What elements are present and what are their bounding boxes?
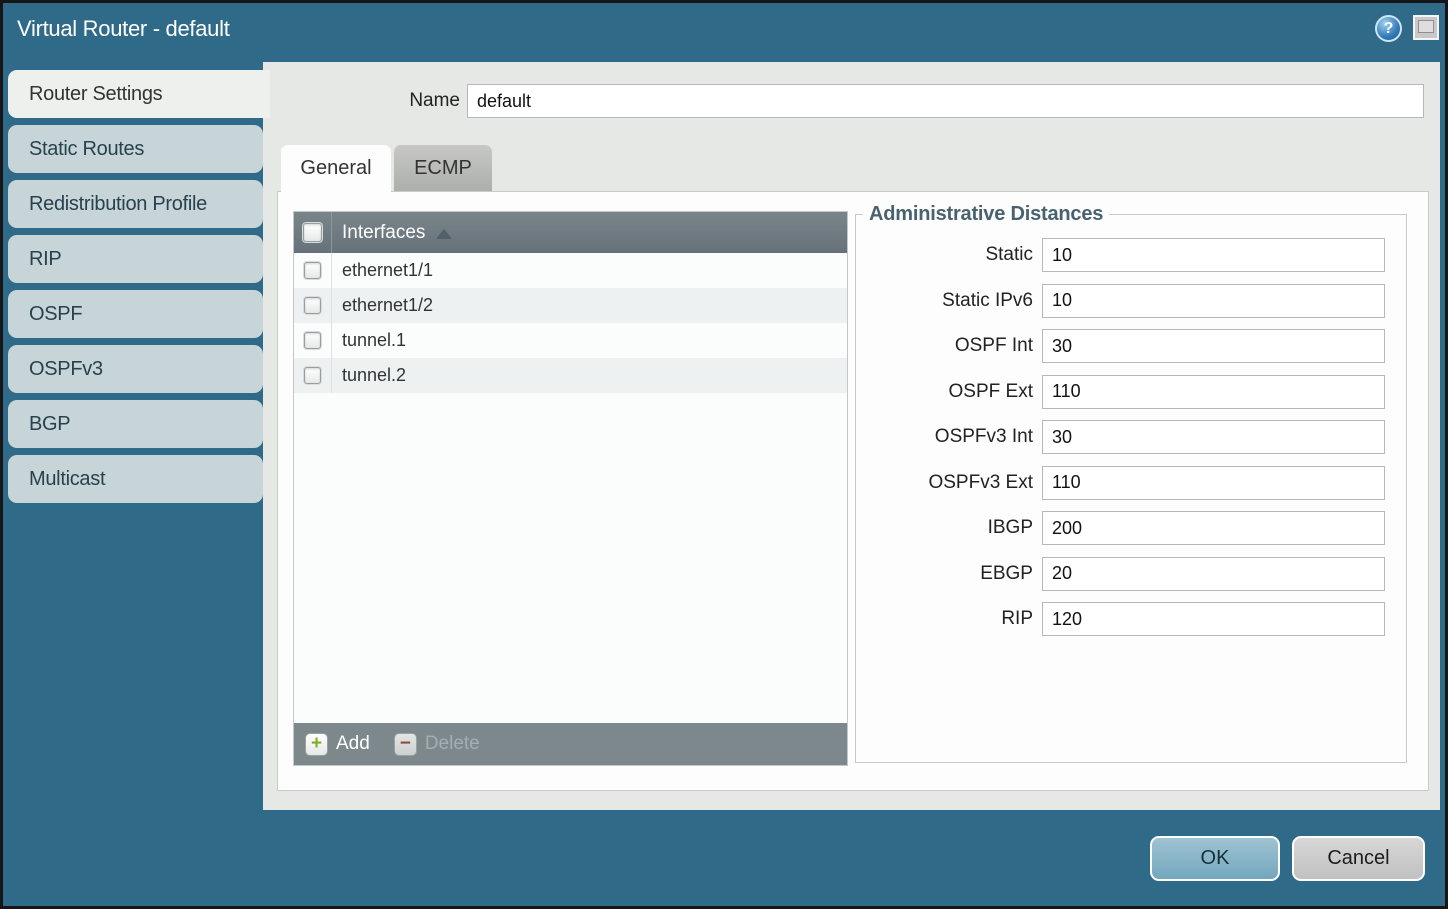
help-icon[interactable]: ? [1375,15,1402,42]
ospfv3-ext-label: OSPFv3 Ext [856,472,1042,494]
row-checkbox-cell [294,358,332,393]
ibgp-input[interactable] [1042,511,1385,545]
field-row: OSPF Ext [856,375,1394,409]
select-all-cell [294,212,332,253]
rip-label: RIP [856,608,1042,630]
row-checkbox[interactable] [304,367,321,384]
select-all-checkbox[interactable] [303,223,322,242]
delete-icon: − [394,733,417,756]
sidebar-item-label: Static Routes [29,138,144,160]
row-checkbox[interactable] [304,262,321,279]
maximize-icon[interactable] [1413,15,1439,40]
field-row: OSPFv3 Int [856,420,1394,454]
table-row[interactable]: tunnel.2 [294,358,847,393]
name-field-label: Name [350,90,460,112]
field-row: Static [856,238,1394,272]
static-ipv6-input[interactable] [1042,284,1385,318]
table-toolbar: + Add − Delete [294,723,847,765]
sidebar: Router Settings Static Routes Redistribu… [8,70,270,503]
ospf-ext-input[interactable] [1042,375,1385,409]
interfaces-rows: ethernet1/1 ethernet1/2 tunnel.1 tunnel.… [294,253,847,393]
maximize-icon-pane [1418,20,1434,33]
ok-button[interactable]: OK [1150,836,1280,881]
row-checkbox-cell [294,288,332,323]
field-row: IBGP [856,511,1394,545]
row-checkbox-cell [294,253,332,288]
interface-name: tunnel.1 [332,330,406,351]
row-checkbox[interactable] [304,297,321,314]
interface-name: ethernet1/2 [332,295,433,316]
sidebar-item-label: OSPFv3 [29,358,103,380]
sidebar-item-label: Redistribution Profile [29,193,207,215]
ibgp-label: IBGP [856,517,1042,539]
ospfv3-int-input[interactable] [1042,420,1385,454]
sidebar-item-bgp[interactable]: BGP [8,400,263,448]
dialog-title: Virtual Router - default [17,16,230,42]
table-row[interactable]: tunnel.1 [294,323,847,358]
interfaces-column-header[interactable]: Interfaces [294,212,847,253]
rip-input[interactable] [1042,602,1385,636]
table-row[interactable]: ethernet1/2 [294,288,847,323]
static-label: Static [856,244,1042,266]
interfaces-header-text: Interfaces [342,222,425,244]
ospf-int-label: OSPF Int [856,335,1042,357]
sidebar-item-label: RIP [29,248,61,270]
sidebar-item-redistribution-profile[interactable]: Redistribution Profile [8,180,263,228]
sort-ascending-icon [436,229,452,239]
delete-button-label: Delete [425,733,480,755]
sidebar-item-label: Multicast [29,468,105,490]
sidebar-item-router-settings[interactable]: Router Settings [8,70,270,118]
ospfv3-ext-input[interactable] [1042,466,1385,500]
sidebar-item-rip[interactable]: RIP [8,235,263,283]
ospfv3-int-label: OSPFv3 Int [856,426,1042,448]
table-row[interactable]: ethernet1/1 [294,253,847,288]
virtual-router-dialog: Virtual Router - default ? Router Settin… [0,0,1448,909]
administrative-distances-legend: Administrative Distances [863,203,1109,226]
interface-name: tunnel.2 [332,365,406,386]
sidebar-item-multicast[interactable]: Multicast [8,455,263,503]
add-button[interactable]: + Add [305,733,370,756]
tab-ecmp[interactable]: ECMP [394,145,492,191]
field-row: RIP [856,602,1394,636]
sidebar-item-ospfv3[interactable]: OSPFv3 [8,345,263,393]
delete-button[interactable]: − Delete [394,733,480,756]
tab-general[interactable]: General [281,145,391,192]
interface-name: ethernet1/1 [332,260,433,281]
interfaces-table: Interfaces ethernet1/1 ethernet1/2 tunne… [293,211,848,766]
name-input[interactable] [467,84,1424,118]
sidebar-item-label: Router Settings [29,83,162,105]
cancel-button[interactable]: Cancel [1292,836,1425,881]
static-input[interactable] [1042,238,1385,272]
ebgp-label: EBGP [856,563,1042,585]
field-row: OSPF Int [856,329,1394,363]
row-checkbox-cell [294,323,332,358]
sidebar-item-label: OSPF [29,303,82,325]
sidebar-item-label: BGP [29,413,70,435]
add-button-label: Add [336,733,370,755]
static-ipv6-label: Static IPv6 [856,290,1042,312]
ospf-int-input[interactable] [1042,329,1385,363]
interfaces-header-label: Interfaces [332,222,452,244]
field-row: OSPFv3 Ext [856,466,1394,500]
add-icon: + [305,733,328,756]
ebgp-input[interactable] [1042,557,1385,591]
ospf-ext-label: OSPF Ext [856,381,1042,403]
field-row: Static IPv6 [856,284,1394,318]
administrative-distances-group: Administrative Distances Static Static I… [855,203,1407,763]
row-checkbox[interactable] [304,332,321,349]
sidebar-item-ospf[interactable]: OSPF [8,290,263,338]
sidebar-item-static-routes[interactable]: Static Routes [8,125,263,173]
field-row: EBGP [856,557,1394,591]
general-tab-panel: Interfaces ethernet1/1 ethernet1/2 tunne… [277,191,1429,791]
